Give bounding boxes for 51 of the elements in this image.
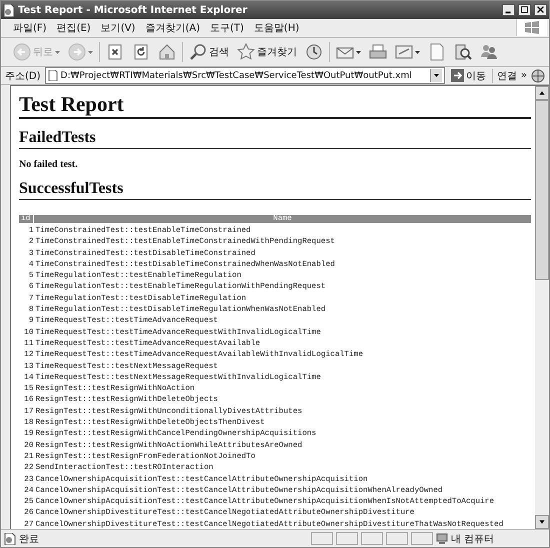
- status-text: 완료: [19, 532, 40, 546]
- menu-item[interactable]: 즐겨찾기(A): [145, 21, 200, 35]
- maximize-icon[interactable]: [518, 4, 531, 16]
- computer-icon: [436, 532, 448, 544]
- go-button[interactable]: 이동: [448, 68, 488, 82]
- address-label: 주소(D): [5, 70, 41, 82]
- menu-item[interactable]: 편집(E): [56, 21, 91, 35]
- search-icon: [189, 43, 207, 61]
- status-pane: [361, 532, 383, 545]
- minimize-icon[interactable]: [502, 4, 515, 16]
- right-arrow-icon: [450, 69, 464, 82]
- window-icon: [395, 43, 413, 61]
- page-icon: [4, 532, 16, 544]
- window-title: Test Report - Microsoft Internet Explorer: [18, 4, 248, 16]
- section-heading: FailedTests: [19, 128, 531, 149]
- dropdown-icon[interactable]: [430, 69, 442, 82]
- menu-item[interactable]: 파일(F): [13, 21, 47, 35]
- home-icon: [158, 43, 176, 61]
- people-icon: [480, 43, 498, 61]
- windows-flag-icon: [516, 19, 547, 36]
- status-pane: [411, 532, 433, 545]
- status-pane: [311, 532, 333, 545]
- printer-icon: [369, 43, 387, 61]
- menu-item[interactable]: 도움말(H): [254, 21, 300, 35]
- star-icon: [237, 43, 255, 61]
- scrollbar[interactable]: [535, 86, 549, 529]
- scroll-up-button[interactable]: [535, 86, 549, 100]
- section-heading: SuccessfulTests: [19, 179, 531, 200]
- clock-icon: [305, 43, 323, 61]
- report-title: Test Report: [19, 92, 531, 119]
- menu-item[interactable]: 도구(T): [210, 21, 244, 35]
- search-button[interactable]: 검색: [187, 40, 231, 64]
- scroll-thumb[interactable]: [535, 100, 549, 280]
- more-chevron[interactable]: »: [520, 70, 527, 81]
- address-field[interactable]: D:₩Project₩RTI₩Materials₩Src₩TestCase₩ServiceTest₩OutPut₩outPut.xml: [44, 67, 445, 84]
- page-icon: [3, 4, 15, 16]
- scroll-down-button[interactable]: [535, 515, 549, 529]
- page-icon: [48, 70, 58, 81]
- globe-icon[interactable]: [531, 68, 545, 82]
- zone-text: 내 컴퓨터: [451, 532, 494, 546]
- page-icon: [428, 43, 446, 61]
- status-pane: [386, 532, 408, 545]
- no-failed-message: No failed test.: [19, 159, 79, 170]
- magnifier-book-icon: [454, 43, 472, 61]
- refresh-icon: [132, 43, 150, 61]
- close-icon[interactable]: [534, 4, 547, 16]
- favorites-button[interactable]: 즐겨찾기: [235, 40, 299, 64]
- links-label[interactable]: 연결: [496, 68, 517, 82]
- status-pane: [336, 532, 358, 545]
- menu-item[interactable]: 보기(V): [100, 21, 136, 35]
- stop-icon: [106, 43, 124, 61]
